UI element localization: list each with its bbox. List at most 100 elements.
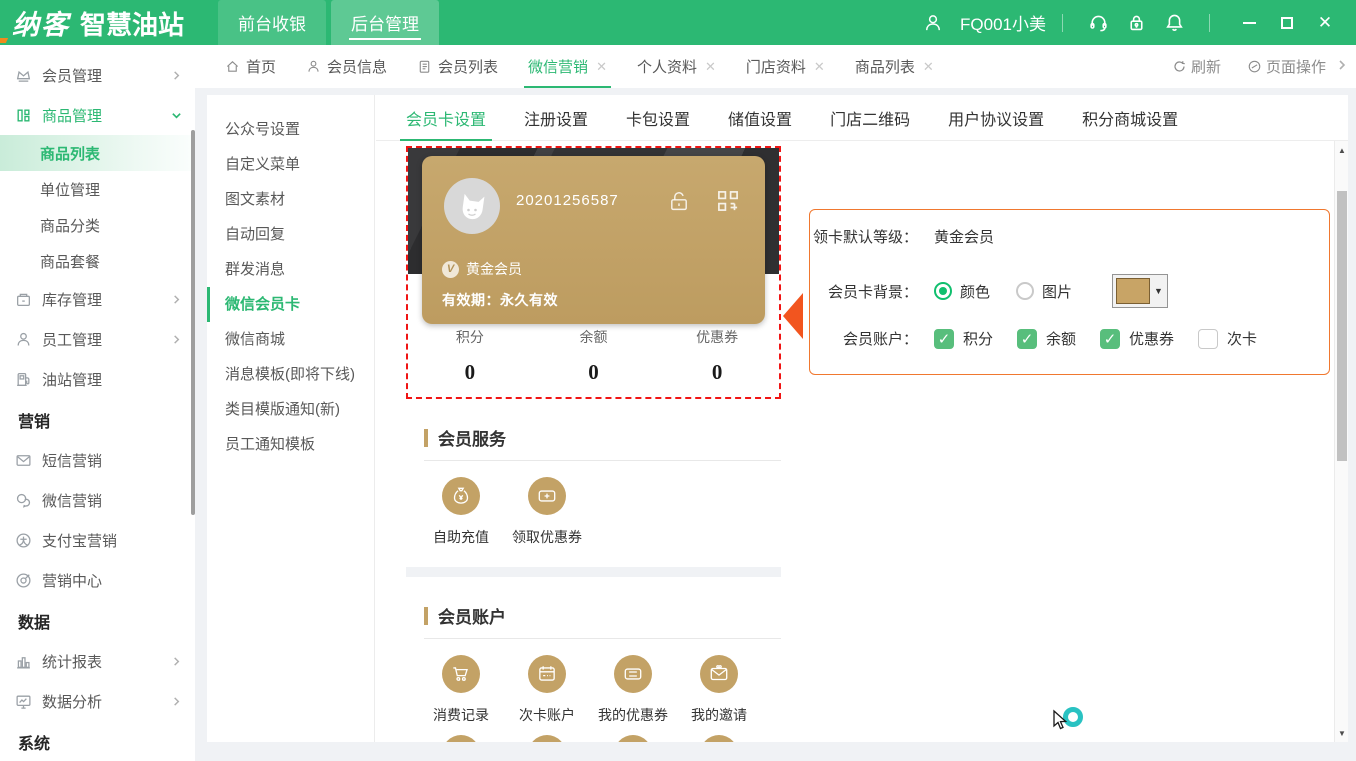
submenu-item-wechat-mall[interactable]: 微信商城 bbox=[207, 322, 374, 357]
sidebar-subitem-product-category[interactable]: 商品分类 bbox=[0, 207, 195, 243]
submenu-item-broadcast-message[interactable]: 群发消息 bbox=[207, 252, 374, 287]
page-tab-member-info[interactable]: 会员信息 bbox=[306, 45, 387, 88]
sidebar-item-marketing-center[interactable]: 营销中心 bbox=[0, 560, 195, 600]
lock-icon[interactable] bbox=[1124, 12, 1148, 33]
sidebar-item-data-analysis[interactable]: 数据分析 bbox=[0, 681, 195, 721]
sidebar-item-station-management[interactable]: 油站管理 bbox=[0, 359, 195, 399]
sidebar-item-member-management[interactable]: 会员管理 bbox=[0, 55, 195, 95]
sidebar-item-label: 数据分析 bbox=[42, 691, 102, 712]
submenu-item-auto-reply[interactable]: 自动回复 bbox=[207, 217, 374, 252]
account-points-checkbox-option[interactable]: ✓ 积分 bbox=[934, 328, 993, 349]
submenu-item-official-account-settings[interactable]: 公众号设置 bbox=[207, 112, 374, 147]
card-validity-text: 有效期：永久有效 bbox=[442, 290, 558, 310]
nav-tab-front-desk[interactable]: 前台收银 bbox=[218, 0, 326, 45]
crown-icon bbox=[14, 67, 32, 84]
checkbox-checked-icon[interactable]: ✓ bbox=[1017, 329, 1037, 349]
sidebar-item-statistics-reports[interactable]: 统计报表 bbox=[0, 641, 195, 681]
tab-member-card-settings[interactable]: 会员卡设置 bbox=[406, 95, 486, 141]
account-my-invitations[interactable]: 我的邀请 bbox=[676, 655, 762, 725]
account-consume-records[interactable]: 消费记录 bbox=[418, 655, 504, 725]
page-tab-member-list[interactable]: 会员列表 bbox=[417, 45, 498, 88]
maximize-icon bbox=[1281, 17, 1293, 29]
refresh-button[interactable]: 刷新 bbox=[1172, 56, 1221, 77]
tab-card-package-settings[interactable]: 卡包设置 bbox=[626, 95, 690, 141]
window-close-button[interactable]: ✕ bbox=[1310, 8, 1340, 38]
content-scroll-area: 20201256587 V 黄金会员 有效期：永久有效 bbox=[376, 141, 1334, 742]
tab-points-mall-settings[interactable]: 积分商城设置 bbox=[1082, 95, 1178, 141]
submenu-item-message-template[interactable]: 消息模板(即将下线) bbox=[207, 357, 374, 392]
headset-icon[interactable] bbox=[1086, 12, 1110, 33]
tab-close-icon[interactable]: ✕ bbox=[705, 59, 716, 75]
background-color-radio-option[interactable]: 颜色 bbox=[934, 281, 990, 302]
page-tab-product-list[interactable]: 商品列表 ✕ bbox=[855, 45, 934, 88]
page-tab-label: 商品列表 bbox=[855, 56, 915, 77]
sidebar-item-label: 会员管理 bbox=[42, 65, 102, 86]
page-tab-personal-profile[interactable]: 个人资料 ✕ bbox=[637, 45, 716, 88]
page-tab-label: 门店资料 bbox=[746, 56, 806, 77]
user-menu[interactable]: FQ001小美 bbox=[914, 10, 1046, 35]
checkbox-checked-icon[interactable]: ✓ bbox=[1100, 329, 1120, 349]
sidebar-subitem-product-list[interactable]: 商品列表 bbox=[0, 135, 195, 171]
sidebar-subitem-product-combo[interactable]: 商品套餐 bbox=[0, 243, 195, 279]
content-scrollbar[interactable]: ▲ ▼ bbox=[1334, 141, 1348, 742]
scrollbar-down-arrow[interactable]: ▼ bbox=[1335, 726, 1349, 740]
window-maximize-button[interactable] bbox=[1272, 8, 1302, 38]
account-coupon-checkbox-option[interactable]: ✓ 优惠券 bbox=[1100, 328, 1174, 349]
page-tab-store-profile[interactable]: 门店资料 ✕ bbox=[746, 45, 825, 88]
chevron-right-icon bbox=[171, 656, 182, 667]
page-operations-button[interactable]: 页面操作 bbox=[1247, 56, 1326, 77]
sidebar-item-label: 短信营销 bbox=[42, 450, 102, 471]
member-account-label: 会员账户： bbox=[810, 328, 918, 349]
member-services-section: 会员服务 自助充值 bbox=[406, 411, 781, 567]
sidebar-item-inventory-management[interactable]: 库存管理 bbox=[0, 279, 195, 319]
sidebar-item-alipay-marketing[interactable]: 支付宝营销 bbox=[0, 520, 195, 560]
service-claim-coupon[interactable]: 领取优惠券 bbox=[504, 477, 590, 547]
radio-unchecked-icon[interactable] bbox=[1016, 282, 1034, 300]
account-my-coupons[interactable]: 我的优惠券 bbox=[590, 655, 676, 725]
submenu-item-wechat-member-card[interactable]: 微信会员卡 bbox=[207, 287, 374, 322]
chevron-right-icon[interactable] bbox=[1336, 58, 1348, 75]
member-account-section: 会员账户 消费记录 bbox=[406, 589, 781, 742]
checkbox-checked-icon[interactable]: ✓ bbox=[934, 329, 954, 349]
sidebar-subitem-unit-management[interactable]: 单位管理 bbox=[0, 171, 195, 207]
submenu-item-staff-notice-template[interactable]: 员工通知模板 bbox=[207, 427, 374, 462]
sidebar-scrollbar-thumb[interactable] bbox=[191, 130, 195, 515]
account-count-records[interactable]: 计次记录 bbox=[504, 735, 590, 742]
service-self-recharge[interactable]: 自助充值 bbox=[418, 477, 504, 547]
account-balance-records[interactable]: 余额记录 bbox=[676, 735, 762, 742]
bell-icon[interactable] bbox=[1162, 12, 1186, 33]
tab-registration-settings[interactable]: 注册设置 bbox=[524, 95, 588, 141]
section-divider bbox=[424, 460, 781, 461]
sidebar-item-product-management[interactable]: 商品管理 bbox=[0, 95, 195, 135]
page-tab-home[interactable]: 首页 bbox=[225, 45, 276, 88]
submenu-item-custom-menu[interactable]: 自定义菜单 bbox=[207, 147, 374, 182]
tab-store-qrcode[interactable]: 门店二维码 bbox=[830, 95, 910, 141]
tab-close-icon[interactable]: ✕ bbox=[923, 59, 934, 75]
sidebar-item-wechat-marketing[interactable]: 微信营销 bbox=[0, 480, 195, 520]
tab-close-icon[interactable]: ✕ bbox=[814, 59, 825, 75]
tab-close-icon[interactable]: ✕ bbox=[596, 59, 607, 75]
account-balance-checkbox-option[interactable]: ✓ 余额 bbox=[1017, 328, 1076, 349]
background-image-radio-option[interactable]: 图片 bbox=[1016, 281, 1072, 302]
account-times-card[interactable]: 次卡账户 bbox=[504, 655, 590, 725]
account-times-card-checkbox-option[interactable]: 次卡 bbox=[1198, 328, 1257, 349]
account-points-records[interactable]: 积分记录 bbox=[590, 735, 676, 742]
submenu-item-media-material[interactable]: 图文素材 bbox=[207, 182, 374, 217]
radio-checked-icon[interactable] bbox=[934, 282, 952, 300]
checkbox-unchecked-icon[interactable] bbox=[1198, 329, 1218, 349]
page-tab-wechat-marketing[interactable]: 微信营销 ✕ bbox=[528, 45, 607, 88]
card-color-picker[interactable]: ▼ bbox=[1112, 274, 1168, 308]
nav-tab-back-office[interactable]: 后台管理 bbox=[331, 0, 439, 45]
chevron-down-icon bbox=[171, 110, 182, 121]
scrollbar-up-arrow[interactable]: ▲ bbox=[1335, 143, 1349, 157]
logo-accent-mark bbox=[0, 38, 8, 43]
stat-value: 0 bbox=[532, 360, 656, 385]
scrollbar-thumb[interactable] bbox=[1337, 191, 1347, 461]
window-minimize-button[interactable] bbox=[1234, 8, 1264, 38]
sidebar-item-staff-management[interactable]: 员工管理 bbox=[0, 319, 195, 359]
tab-user-agreement-settings[interactable]: 用户协议设置 bbox=[948, 95, 1044, 141]
account-recharge-records[interactable]: 充值记录 bbox=[418, 735, 504, 742]
tab-stored-value-settings[interactable]: 储值设置 bbox=[728, 95, 792, 141]
sidebar-item-sms-marketing[interactable]: 短信营销 bbox=[0, 440, 195, 480]
submenu-item-category-template-notice[interactable]: 类目模版通知(新) bbox=[207, 392, 374, 427]
